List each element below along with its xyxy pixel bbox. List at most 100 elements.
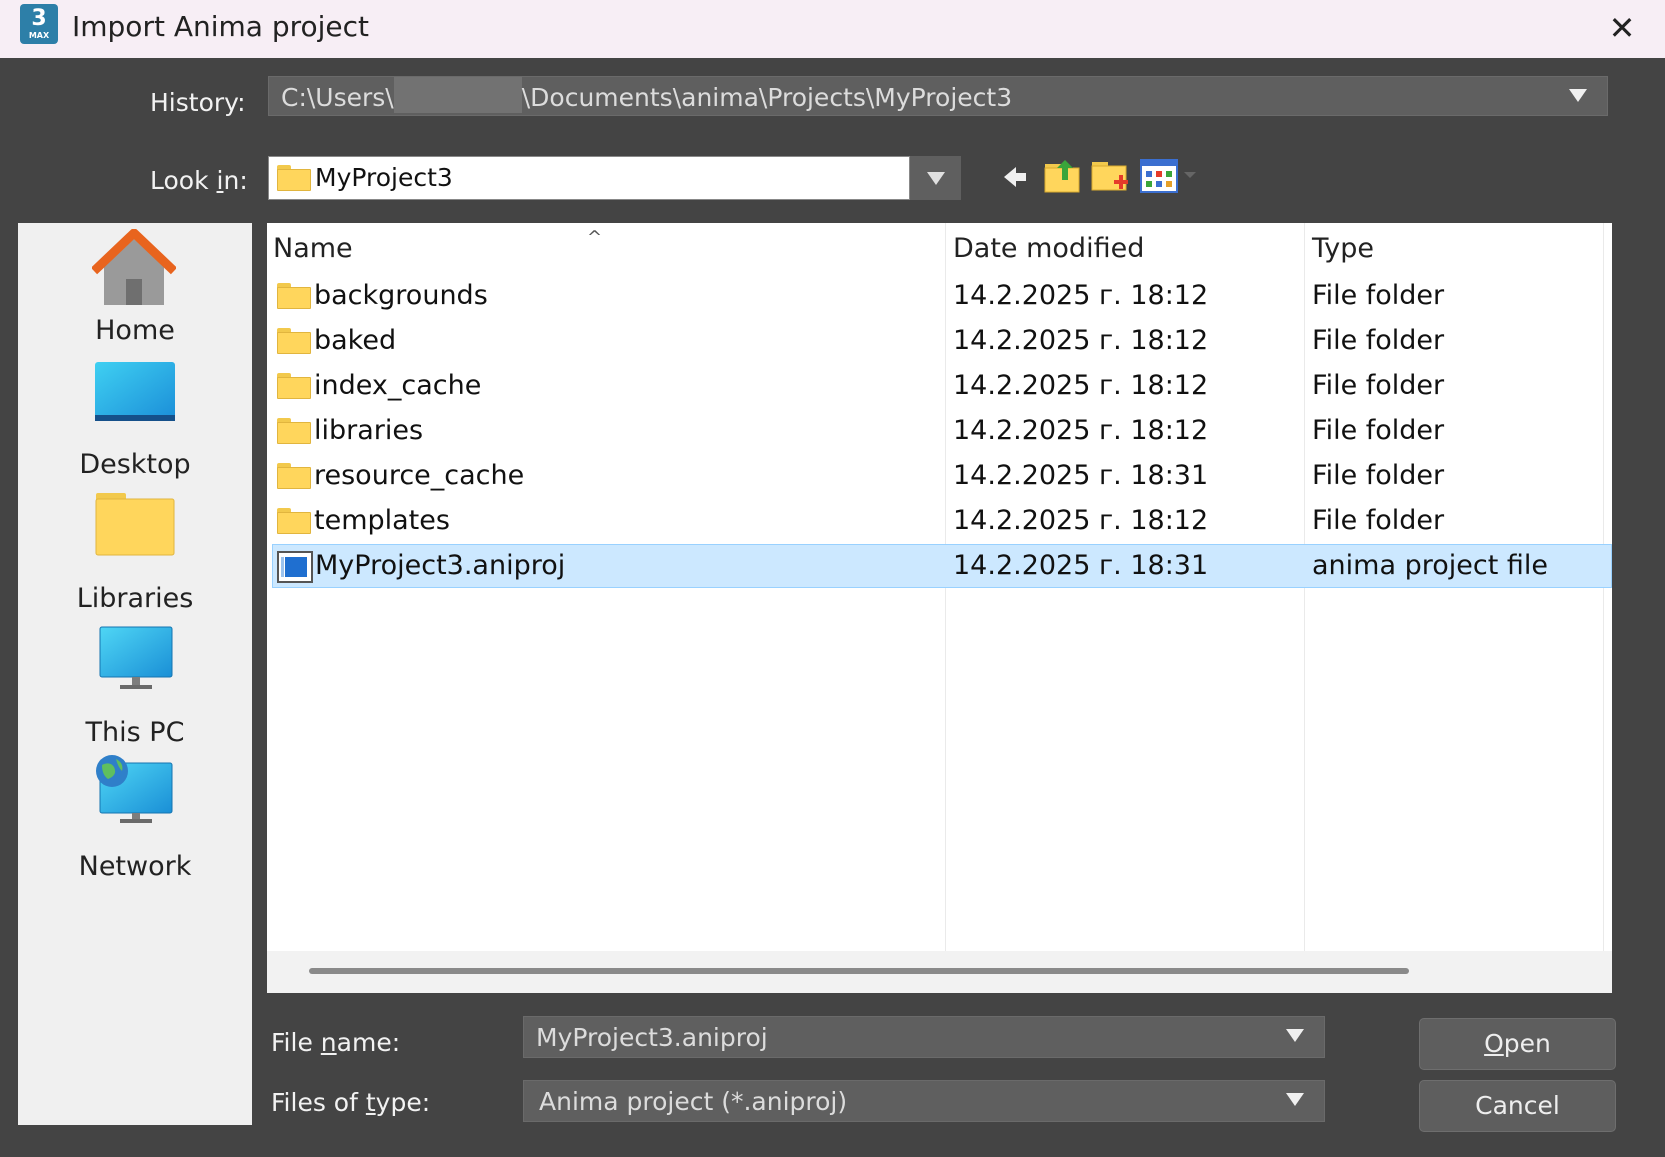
file-row[interactable]: baked 14.2.2025 г. 18:12 File folder — [272, 320, 1612, 364]
view-menu-icon — [1140, 159, 1196, 193]
new-folder-icon — [1091, 162, 1128, 191]
folder-icon — [277, 373, 311, 399]
open-button-accel: O — [1484, 1029, 1504, 1058]
file-row[interactable]: index_cache 14.2.2025 г. 18:12 File fold… — [272, 365, 1612, 409]
place-this-pc[interactable]: This PC — [18, 625, 252, 755]
file-list: Name ^ Date modified Type backgrounds 14… — [267, 223, 1612, 993]
this-pc-icon — [99, 626, 173, 689]
file-date: 14.2.2025 г. 18:12 — [953, 505, 1209, 536]
filename-label: File name: — [271, 1028, 400, 1057]
sort-ascending-icon: ^ — [587, 227, 603, 248]
folder-icon — [277, 328, 311, 354]
file-date: 14.2.2025 г. 18:12 — [953, 370, 1209, 401]
scrollbar-thumb[interactable] — [309, 968, 1409, 974]
file-date: 14.2.2025 г. 18:31 — [953, 550, 1209, 581]
aniproj-file-icon — [277, 551, 313, 583]
app-icon-sublabel: MAX — [28, 31, 50, 40]
lookin-value: MyProject3 — [315, 163, 453, 192]
file-row[interactable]: templates 14.2.2025 г. 18:12 File folder — [272, 500, 1612, 544]
lookin-dropdown-button[interactable] — [910, 156, 961, 200]
place-label: Home — [95, 315, 175, 346]
chevron-down-icon — [1286, 1029, 1304, 1042]
place-libraries[interactable]: Libraries — [18, 491, 252, 621]
file-name: backgrounds — [314, 280, 488, 311]
close-button[interactable]: ✕ — [1600, 6, 1644, 50]
view-menu-button[interactable] — [1140, 158, 1200, 194]
open-button[interactable]: Open — [1419, 1018, 1616, 1070]
column-header-type[interactable]: Type — [1312, 233, 1374, 264]
folder-icon — [277, 508, 311, 534]
home-icon — [92, 229, 176, 305]
dialog-body: History: C:\Users\ \Documents\anima\Proje… — [0, 58, 1665, 1157]
filename-value: MyProject3.aniproj — [536, 1023, 768, 1052]
create-new-folder-button[interactable] — [1090, 156, 1130, 196]
file-row[interactable]: libraries 14.2.2025 г. 18:12 File folder — [272, 410, 1612, 454]
desktop-icon — [95, 362, 175, 421]
folder-icon — [277, 463, 311, 489]
place-label: This PC — [85, 717, 185, 748]
history-path-suffix: \Documents\anima\Projects\MyProject3 — [521, 83, 1013, 112]
filename-label-accel: n — [320, 1028, 337, 1057]
file-type: File folder — [1312, 460, 1445, 491]
chevron-down-icon — [1286, 1093, 1304, 1106]
back-icon — [1004, 167, 1026, 187]
file-date: 14.2.2025 г. 18:12 — [953, 415, 1209, 446]
filename-label-part: File — [271, 1028, 321, 1057]
history-path: C:\Users\ \Documents\anima\Projects\MyPro… — [281, 77, 1013, 113]
file-name: templates — [314, 505, 450, 536]
place-label: Libraries — [76, 583, 194, 614]
file-type: File folder — [1312, 505, 1445, 536]
filetype-combo[interactable]: Anima project (*.aniproj) — [523, 1080, 1325, 1122]
libraries-icon — [95, 493, 175, 556]
close-icon: ✕ — [1608, 9, 1636, 47]
place-network[interactable]: Network — [18, 755, 252, 889]
open-button-label: pen — [1503, 1029, 1551, 1058]
column-header-date[interactable]: Date modified — [953, 233, 1144, 264]
file-type: File folder — [1312, 280, 1445, 311]
column-header-name[interactable]: Name — [273, 233, 353, 264]
folder-icon — [277, 283, 311, 309]
filetype-value: Anima project (*.aniproj) — [539, 1087, 848, 1116]
horizontal-scrollbar[interactable] — [267, 951, 1612, 993]
history-path-prefix: C:\Users\ — [281, 83, 394, 112]
filename-label-part: ame: — [336, 1028, 401, 1057]
file-row-selected[interactable]: MyProject3.aniproj 14.2.2025 г. 18:31 an… — [272, 544, 1612, 588]
redacted-username — [393, 77, 522, 113]
file-name: libraries — [314, 415, 424, 446]
place-desktop[interactable]: Desktop — [18, 357, 252, 487]
history-label: History: — [150, 88, 246, 117]
history-combo[interactable]: C:\Users\ \Documents\anima\Projects\MyPro… — [268, 76, 1608, 116]
lookin-label-accel: i — [216, 166, 224, 195]
network-icon — [96, 755, 173, 823]
history-dropdown-arrow-icon — [1569, 89, 1587, 102]
filename-combo[interactable]: MyProject3.aniproj — [523, 1016, 1325, 1058]
file-date: 14.2.2025 г. 18:12 — [953, 280, 1209, 311]
file-row[interactable]: resource_cache 14.2.2025 г. 18:31 File f… — [272, 455, 1612, 499]
filetype-label-accel: t — [365, 1088, 376, 1117]
chevron-down-icon — [927, 172, 945, 185]
filetype-label-part: ype: — [375, 1088, 431, 1117]
place-label: Desktop — [79, 449, 191, 480]
app-icon-number: 3 — [31, 6, 47, 31]
file-date: 14.2.2025 г. 18:31 — [953, 460, 1209, 491]
file-name: MyProject3.aniproj — [315, 550, 566, 581]
cancel-button[interactable]: Cancel — [1419, 1080, 1616, 1132]
window-title: Import Anima project — [72, 10, 370, 43]
file-type: File folder — [1312, 325, 1445, 356]
lookin-combo[interactable]: MyProject3 — [268, 156, 910, 200]
file-type: anima project file — [1312, 550, 1548, 581]
folder-icon — [277, 165, 311, 191]
file-name: baked — [314, 325, 397, 356]
file-row[interactable]: backgrounds 14.2.2025 г. 18:12 File fold… — [272, 275, 1612, 319]
file-type: File folder — [1312, 370, 1445, 401]
file-name: index_cache — [314, 370, 482, 401]
place-home[interactable]: Home — [18, 223, 252, 353]
places-sidebar: Home Desktop Libraries This PC Network — [18, 223, 252, 1125]
file-name: resource_cache — [314, 460, 525, 491]
filetype-label-part: Files of — [271, 1088, 366, 1117]
up-one-level-button[interactable] — [1043, 156, 1083, 194]
place-label: Network — [78, 851, 192, 882]
up-folder-icon — [1044, 160, 1080, 193]
back-button[interactable] — [1000, 162, 1030, 192]
file-type: File folder — [1312, 415, 1445, 446]
